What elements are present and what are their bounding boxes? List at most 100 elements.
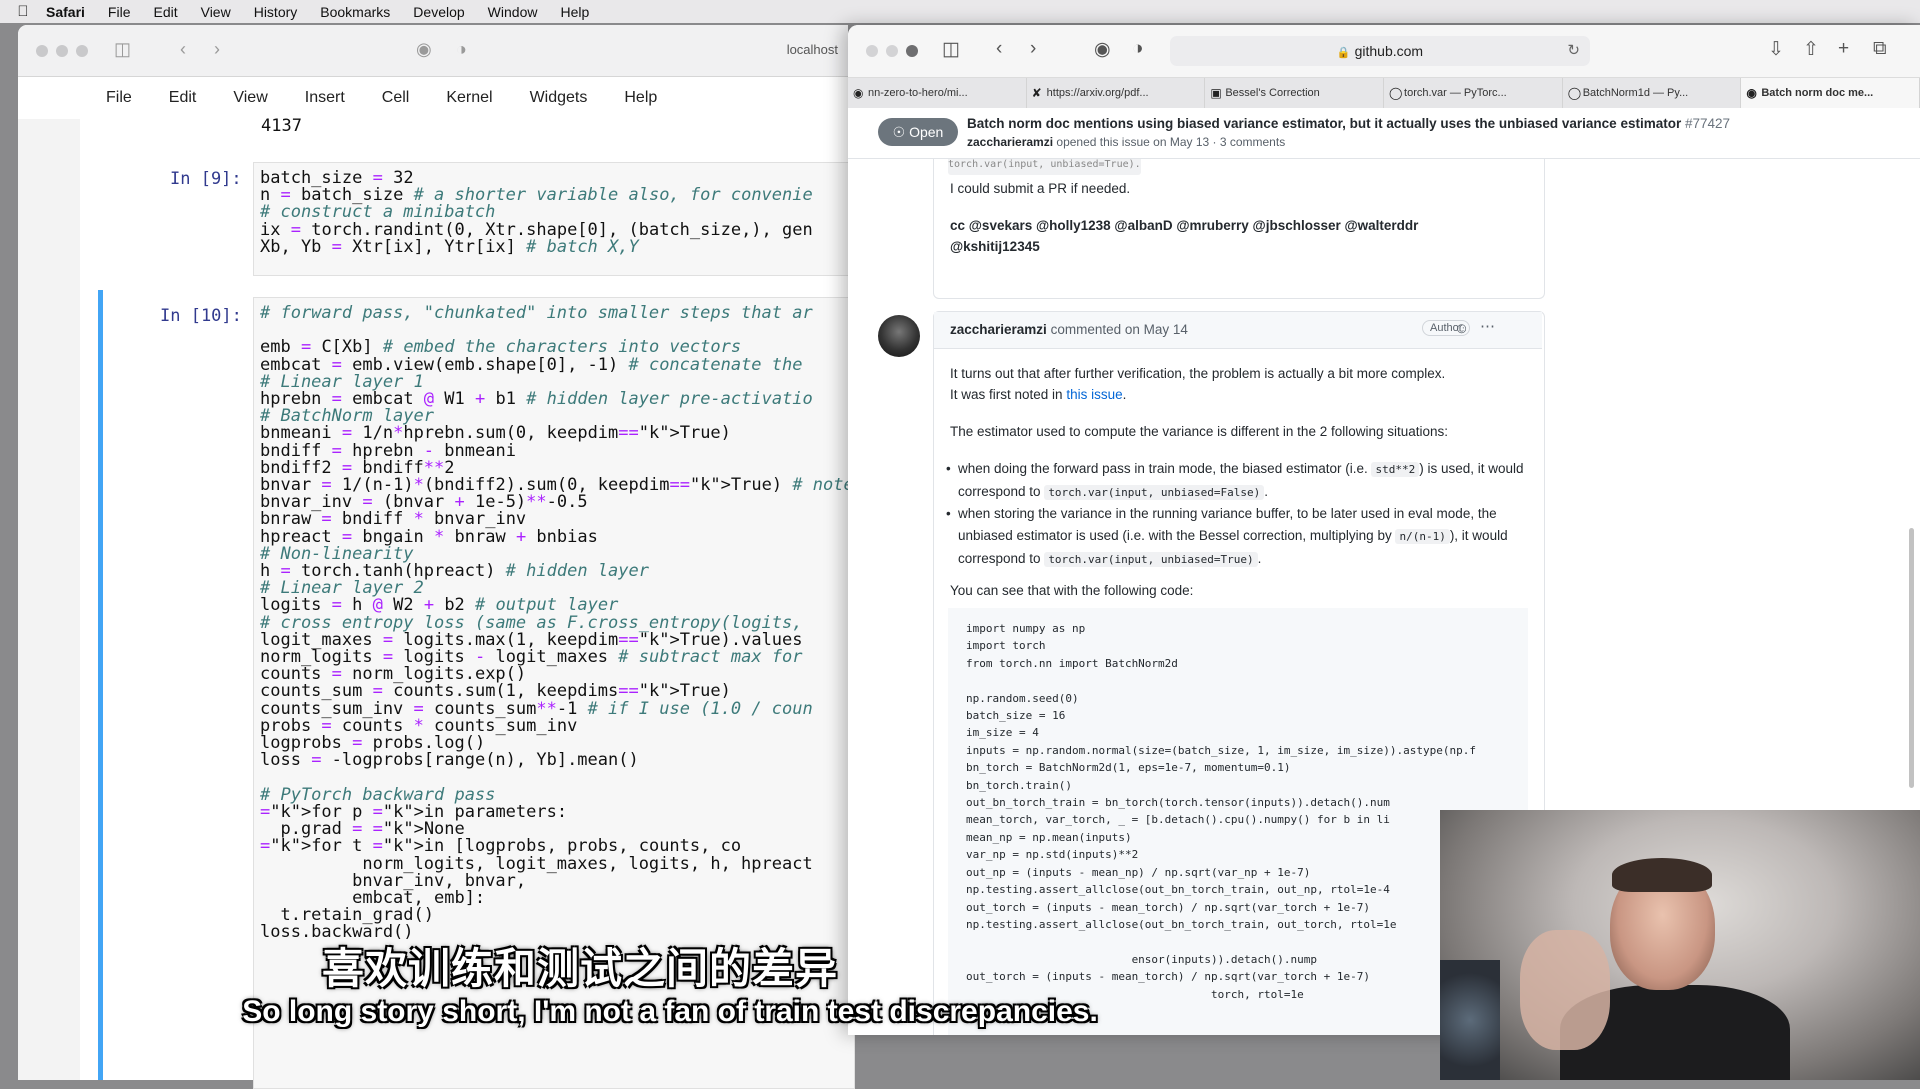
issue-title-text: Batch norm doc mentions using biased var…: [967, 116, 1682, 131]
code-block-line: batch_size = 16: [966, 709, 1066, 723]
code-block-line: out_bn_torch_train = bn_torch(torch.tens…: [966, 796, 1390, 810]
cell10-code[interactable]: # forward pass, "chunkated" into smaller…: [260, 304, 864, 942]
jupyter-titlebar: ◫ ‹ › ◉ ◑ localhost: [18, 25, 848, 77]
tab-arxiv[interactable]: ✘ https://arxiv.org/pdf...: [1027, 78, 1206, 108]
tab-nn-zero-to-hero[interactable]: ◉ nn-zero-to-hero/mi...: [848, 78, 1027, 108]
privacy-icon[interactable]: ◉: [416, 39, 432, 60]
code-line[interactable]: # forward pass, "chunkated" into smaller…: [260, 304, 864, 322]
tab-torch-var[interactable]: ◯ torch.var — PyTorc...: [1384, 78, 1563, 108]
code-block-line: bn_torch = BatchNorm2d(1, eps=1e-7, mome…: [966, 761, 1291, 775]
tab-batchnorm1d[interactable]: ◯ BatchNorm1d — Py...: [1563, 78, 1742, 108]
new-tab-icon[interactable]: +: [1838, 38, 1849, 60]
code-line[interactable]: loss = -logprobs[range(n), Yb].mean(): [260, 752, 864, 769]
safari-close-button[interactable]: [866, 45, 878, 57]
github-icon: ◉: [853, 86, 864, 100]
issue-title: Batch norm doc mentions using biased var…: [967, 116, 1730, 131]
comment-author[interactable]: zaccharieramzi: [950, 322, 1047, 337]
sidebar-icon[interactable]: ◫: [114, 39, 131, 60]
jupyter-menu-widgets[interactable]: Widgets: [530, 89, 588, 107]
menubar-item-bookmarks[interactable]: Bookmarks: [320, 4, 390, 20]
more-options-icon[interactable]: ⋯: [1480, 317, 1495, 335]
code-block-line: out_torch = (inputs - mean_torch) / np.s…: [966, 900, 1370, 914]
zoom-window-button[interactable]: [76, 45, 88, 57]
jupyter-menu-file[interactable]: File: [106, 89, 132, 107]
macos-menubar:  Safari File Edit View History Bookmark…: [0, 0, 1920, 23]
tab-label: BatchNorm1d — Py...: [1582, 87, 1689, 99]
menubar-item-view[interactable]: View: [201, 4, 231, 20]
presenter-hair: [1612, 858, 1712, 892]
privacy-report-icon[interactable]: ◉: [1094, 38, 1111, 61]
page-scrollbar[interactable]: [1909, 528, 1914, 788]
jupyter-menu-view[interactable]: View: [233, 89, 267, 107]
tab-bar: ◉ nn-zero-to-hero/mi... ✘ https://arxiv.or…: [848, 78, 1920, 109]
subtitle-english: So long story short, I'm not a fan of tr…: [242, 995, 1098, 1028]
code-block-line: out_np = (inputs - mean_np) / np.sqrt(va…: [966, 865, 1311, 879]
tab-batch-norm-issue[interactable]: ◉ Batch norm doc me...: [1741, 78, 1920, 108]
address-bar[interactable]: 🔒 github.com ↻: [1170, 36, 1590, 66]
share-icon[interactable]: ⇧: [1803, 38, 1819, 61]
jupyter-menu-kernel[interactable]: Kernel: [446, 89, 492, 107]
jupyter-address[interactable]: localhost: [787, 42, 838, 57]
menubar-item-history[interactable]: History: [254, 4, 298, 20]
issue-author[interactable]: zaccharieramzi: [967, 135, 1053, 149]
code-block-line: [966, 672, 1476, 689]
safari-zoom-button[interactable]: [906, 45, 918, 57]
code-line[interactable]: Xb, Yb = Xtr[ix], Ytr[ix] # batch X,Y: [260, 238, 813, 256]
code-line[interactable]: ="k">for t ="k">in [logprobs, probs, cou…: [260, 838, 864, 855]
comment-bullet-2: • when storing the variance in the runni…: [946, 503, 1538, 571]
jupyter-menu-insert[interactable]: Insert: [305, 89, 345, 107]
window-controls: [36, 45, 88, 57]
previous-comment-pr-line: I could submit a PR if needed.: [950, 181, 1131, 196]
comment-paragraph-3: You can see that with the following code…: [950, 583, 1194, 598]
comment-paragraph-2: The estimator used to compute the varian…: [950, 424, 1449, 439]
menubar-item-file[interactable]: File: [108, 4, 131, 20]
issue-number: #77427: [1684, 116, 1731, 131]
tab-overview-icon[interactable]: ⧉: [1873, 38, 1887, 60]
comment-timestamp[interactable]: commented on May 14: [1051, 322, 1188, 337]
code-block-line: import torch: [966, 639, 1046, 653]
forward-icon[interactable]: ›: [1030, 38, 1036, 60]
this-issue-link[interactable]: this issue: [1066, 387, 1122, 402]
github-icon: ◉: [1746, 86, 1757, 100]
tab-label: nn-zero-to-hero/mi...: [868, 87, 968, 99]
minimize-window-button[interactable]: [56, 45, 68, 57]
comment-header: zaccharieramzi commented on May 14 ☺ Aut…: [934, 312, 1542, 349]
comment-text: It turns out that after further verifica…: [950, 366, 1446, 381]
jupyter-menu-help[interactable]: Help: [624, 89, 657, 107]
safari-minimize-button[interactable]: [886, 45, 898, 57]
arxiv-icon: ✘: [1031, 86, 1042, 100]
comment-text: .: [1257, 551, 1262, 566]
tab-bessels-correction[interactable]: ▣ Bessel's Correction: [1205, 78, 1385, 108]
issue-status-label: Open: [909, 124, 944, 140]
menubar-item-edit[interactable]: Edit: [153, 4, 177, 20]
tab-label: https://arxiv.org/pdf...: [1046, 87, 1149, 99]
menubar-item-window[interactable]: Window: [488, 4, 538, 20]
reload-icon[interactable]: ↻: [1567, 36, 1580, 66]
jupyter-menu-cell[interactable]: Cell: [382, 89, 410, 107]
tab-label: Bessel's Correction: [1225, 87, 1320, 99]
pytorch-icon: ◯: [1389, 86, 1403, 100]
comment-paragraph-1: It turns out that after further verifica…: [950, 363, 1445, 405]
shield-icon[interactable]: ◑: [456, 39, 467, 60]
apple-menu-icon[interactable]: : [0, 3, 46, 20]
sidebar-toggle-icon[interactable]: ◫: [942, 38, 960, 61]
code-block-line: from torch.nn import BatchNorm2d: [966, 656, 1178, 670]
avatar[interactable]: [878, 315, 920, 357]
issue-sticky-header: ☉ Open Batch norm doc mentions using bia…: [848, 108, 1920, 159]
code-block-line: bn_torch.train(): [966, 778, 1072, 792]
menubar-item-develop[interactable]: Develop: [413, 4, 464, 20]
address-bar-url: github.com: [1354, 43, 1424, 59]
download-icon[interactable]: ⇩: [1768, 38, 1784, 61]
menubar-item-help[interactable]: Help: [560, 4, 589, 20]
cell9-prompt: In [9]:: [170, 169, 242, 189]
back-icon[interactable]: ‹: [180, 39, 186, 60]
back-icon[interactable]: ‹: [996, 38, 1002, 60]
jupyter-menu-edit[interactable]: Edit: [169, 89, 197, 107]
jupyter-menubar: File Edit View Insert Cell Kernel Widget…: [18, 77, 848, 120]
code-block-line: mean_np = np.mean(inputs): [966, 830, 1132, 844]
cell9-code[interactable]: batch_size = 32 n = batch_size # a shorte…: [260, 169, 813, 256]
forward-icon[interactable]: ›: [214, 39, 220, 60]
menubar-app-name[interactable]: Safari: [46, 4, 85, 20]
close-window-button[interactable]: [36, 45, 48, 57]
shield-icon[interactable]: ◑: [1132, 38, 1143, 60]
